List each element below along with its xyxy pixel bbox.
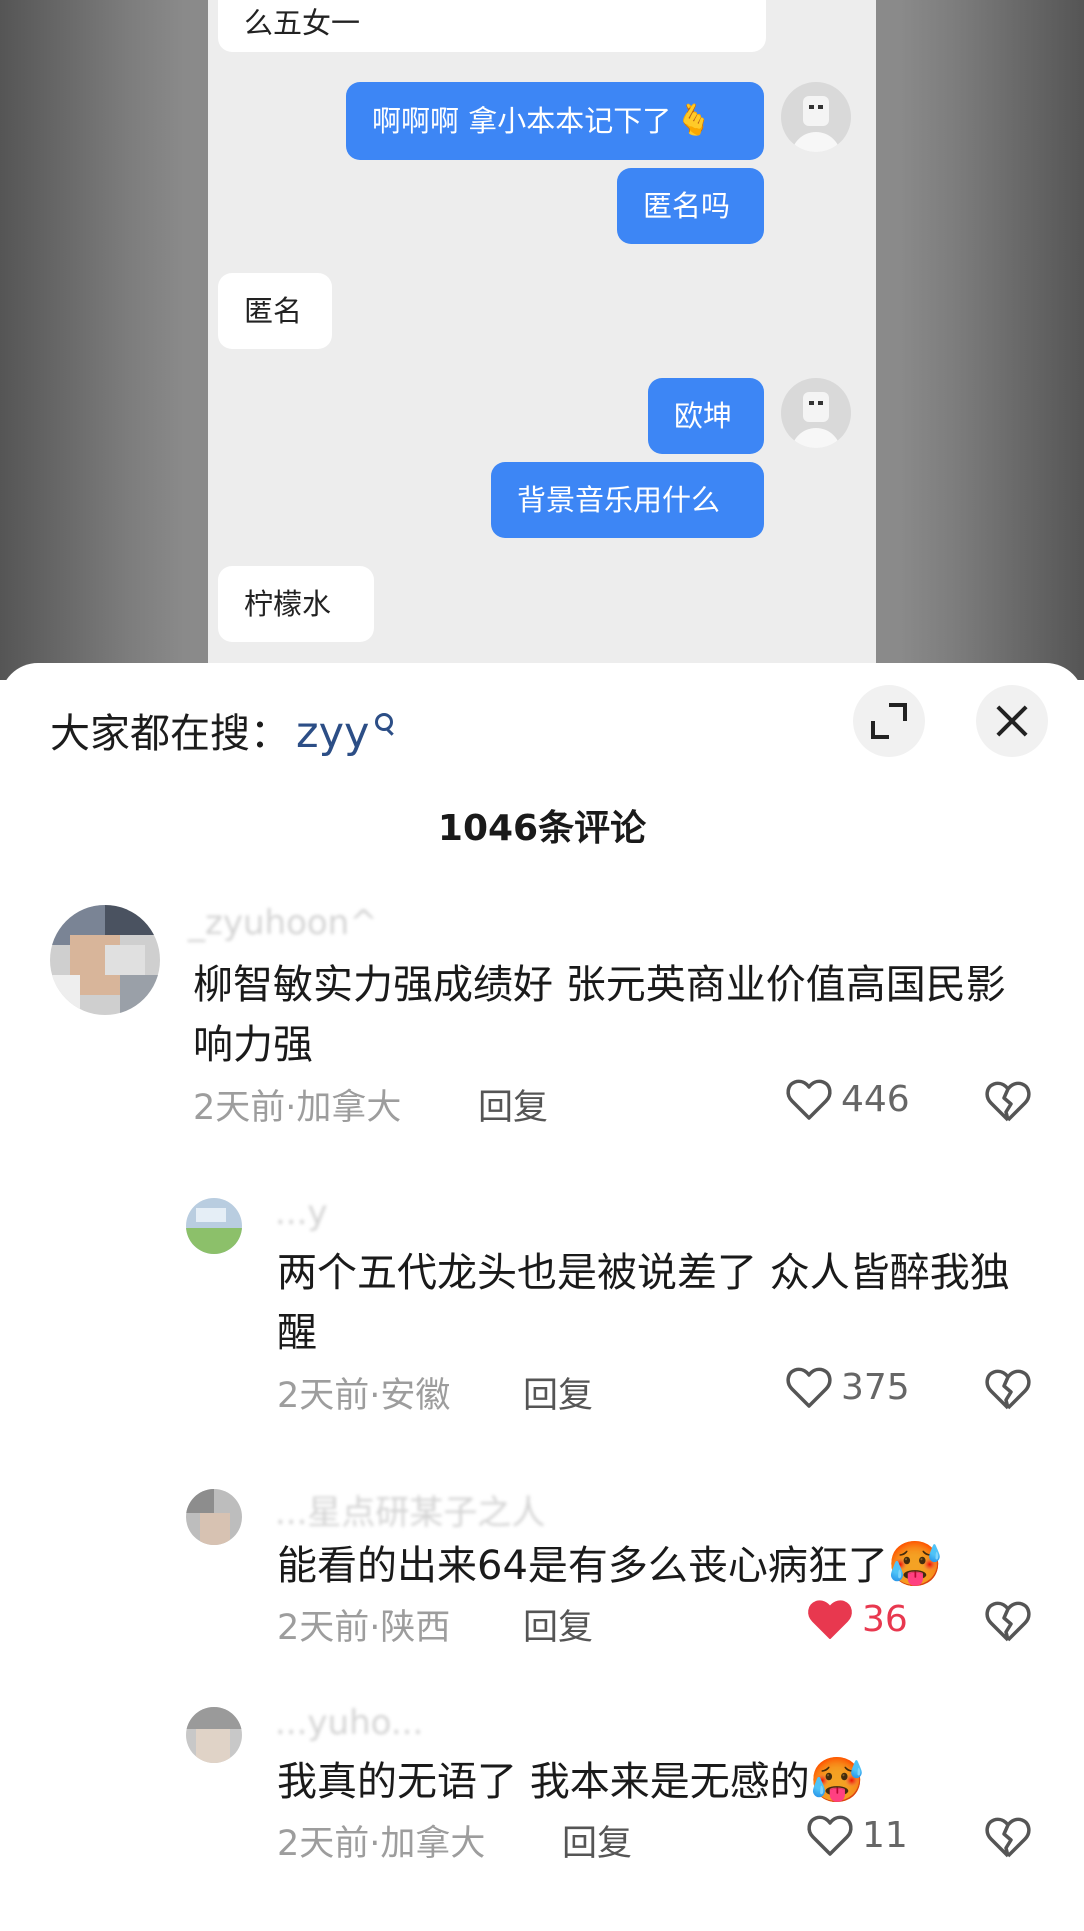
comment-text[interactable]: 我真的无语了 我本来是无感的🥵: [277, 1751, 1057, 1812]
avatar[interactable]: [186, 1707, 242, 1763]
reply-button[interactable]: 回复: [523, 1599, 593, 1650]
chat-bubble-text: 柠檬水: [244, 586, 332, 621]
comment-reply-item: ...星点研某子之人 能看的出来64是有多么丧心病狂了🥵 2天前·陕西 回复 3…: [0, 1485, 1084, 1655]
chat-avatar-icon: [781, 82, 851, 152]
search-suggestion[interactable]: 大家都在搜： zyy: [50, 701, 395, 759]
dislike-button[interactable]: [985, 1367, 1031, 1415]
comment-username[interactable]: ...y: [275, 1193, 328, 1233]
comment-text-body: 我真的无语了 我本来是无感的: [277, 1759, 810, 1805]
like-button[interactable]: 36: [806, 1597, 908, 1641]
comment-username[interactable]: _zyuhoon^: [188, 903, 378, 943]
heart-outline-icon: [786, 1079, 832, 1120]
like-count: 446: [841, 1078, 910, 1120]
chat-bubble-text: 么五女一: [244, 6, 361, 40]
comment-text[interactable]: 两个五代龙头也是被说差了 众人皆醉我独醒: [277, 1243, 1017, 1363]
broken-heart-icon: [985, 1817, 1031, 1858]
comment-meta: 2天前·安徽: [277, 1376, 451, 1416]
chat-bubble-incoming: 么五女一: [218, 0, 766, 52]
dislike-button[interactable]: [985, 1079, 1031, 1127]
chat-bubble-outgoing: 匿名吗: [617, 168, 764, 244]
comment-text[interactable]: 能看的出来64是有多么丧心病狂了🥵: [277, 1535, 1057, 1596]
like-count: 36: [862, 1598, 908, 1640]
comment-meta: 2天前·加拿大: [193, 1088, 402, 1128]
avatar[interactable]: [186, 1198, 242, 1254]
comment-reply-item: ...y 两个五代龙头也是被说差了 众人皆醉我独醒 2天前·安徽 回复 375: [0, 1193, 1084, 1416]
like-count: 375: [841, 1366, 910, 1408]
like-button[interactable]: 375: [785, 1365, 910, 1409]
like-button[interactable]: 11: [806, 1813, 908, 1857]
chat-avatar-icon: [781, 378, 851, 448]
chat-bubble-text: 啊啊啊 拿小本本记下了: [372, 103, 672, 138]
broken-heart-icon: [985, 1601, 1031, 1642]
expand-icon: [871, 703, 907, 739]
heart-filled-icon: [808, 1600, 852, 1639]
reply-button[interactable]: 回复: [523, 1367, 593, 1418]
broken-heart-icon: [985, 1081, 1031, 1122]
comment-meta: 2天前·加拿大: [277, 1824, 486, 1864]
like-button[interactable]: 446: [785, 1077, 910, 1121]
comment-text[interactable]: 柳智敏实力强成绩好 张元英商业价值高国民影响力强: [193, 955, 1033, 1075]
chat-bubble-text: 欧坤: [674, 398, 733, 433]
hot-face-emoji-icon: 🥵: [809, 1755, 865, 1806]
dislike-button[interactable]: [985, 1815, 1031, 1863]
heart-outline-icon: [786, 1367, 832, 1408]
comment-username[interactable]: ...yuho...: [275, 1703, 423, 1743]
video-player[interactable]: 么五女一 啊啊啊 拿小本本记下了 🫰 匿名吗 匿名 欧坤 背景音乐用什么 柠檬水: [0, 0, 1084, 680]
hand-heart-emoji-icon: 🫰: [675, 103, 713, 138]
comment-reply-item: ...yuho... 我真的无语了 我本来是无感的🥵 2天前·加拿大 回复 11: [0, 1703, 1084, 1873]
heart-outline-icon: [807, 1815, 853, 1856]
chat-bubble-text: 匿名吗: [643, 188, 731, 223]
chat-bubble-text: 匿名: [244, 293, 303, 328]
comment-meta: 2天前·陕西: [277, 1608, 451, 1648]
close-icon: [994, 703, 1030, 739]
chat-bubble-outgoing: 背景音乐用什么: [491, 462, 764, 538]
broken-heart-icon: [985, 1369, 1031, 1410]
chat-bubble-incoming: 柠檬水: [218, 566, 374, 642]
comment-item: _zyuhoon^ 柳智敏实力强成绩好 张元英商业价值高国民影响力强 2天前·加…: [0, 903, 1084, 1133]
chat-screenshot: 么五女一 啊啊啊 拿小本本记下了 🫰 匿名吗 匿名 欧坤 背景音乐用什么 柠檬水: [208, 0, 876, 680]
avatar[interactable]: [50, 905, 160, 1015]
chat-bubble-text: 背景音乐用什么: [517, 482, 721, 517]
chat-bubble-outgoing: 啊啊啊 拿小本本记下了 🫰: [346, 82, 764, 160]
like-count: 11: [862, 1814, 908, 1856]
reply-button[interactable]: 回复: [562, 1815, 632, 1866]
comment-count: 1046条评论: [437, 808, 647, 849]
chat-bubble-outgoing: 欧坤: [648, 378, 764, 454]
close-button[interactable]: [976, 685, 1048, 757]
comment-text-body: 能看的出来64是有多么丧心病狂了: [277, 1543, 888, 1589]
dislike-button[interactable]: [985, 1599, 1031, 1647]
comment-sheet: 大家都在搜： zyy 1046条评论 _zyuhoon^ 柳智敏实力强成绩好 张…: [0, 663, 1084, 1931]
search-icon: [373, 713, 395, 747]
search-suggestion-prefix: 大家都在搜：: [50, 711, 290, 757]
avatar[interactable]: [186, 1489, 242, 1545]
chat-bubble-incoming: 匿名: [218, 273, 332, 349]
comment-username[interactable]: ...星点研某子之人: [275, 1485, 545, 1534]
expand-button[interactable]: [853, 685, 925, 757]
reply-button[interactable]: 回复: [478, 1079, 548, 1130]
hot-face-emoji-icon: 🥵: [887, 1539, 943, 1590]
search-suggestion-term[interactable]: zyy: [296, 708, 369, 758]
